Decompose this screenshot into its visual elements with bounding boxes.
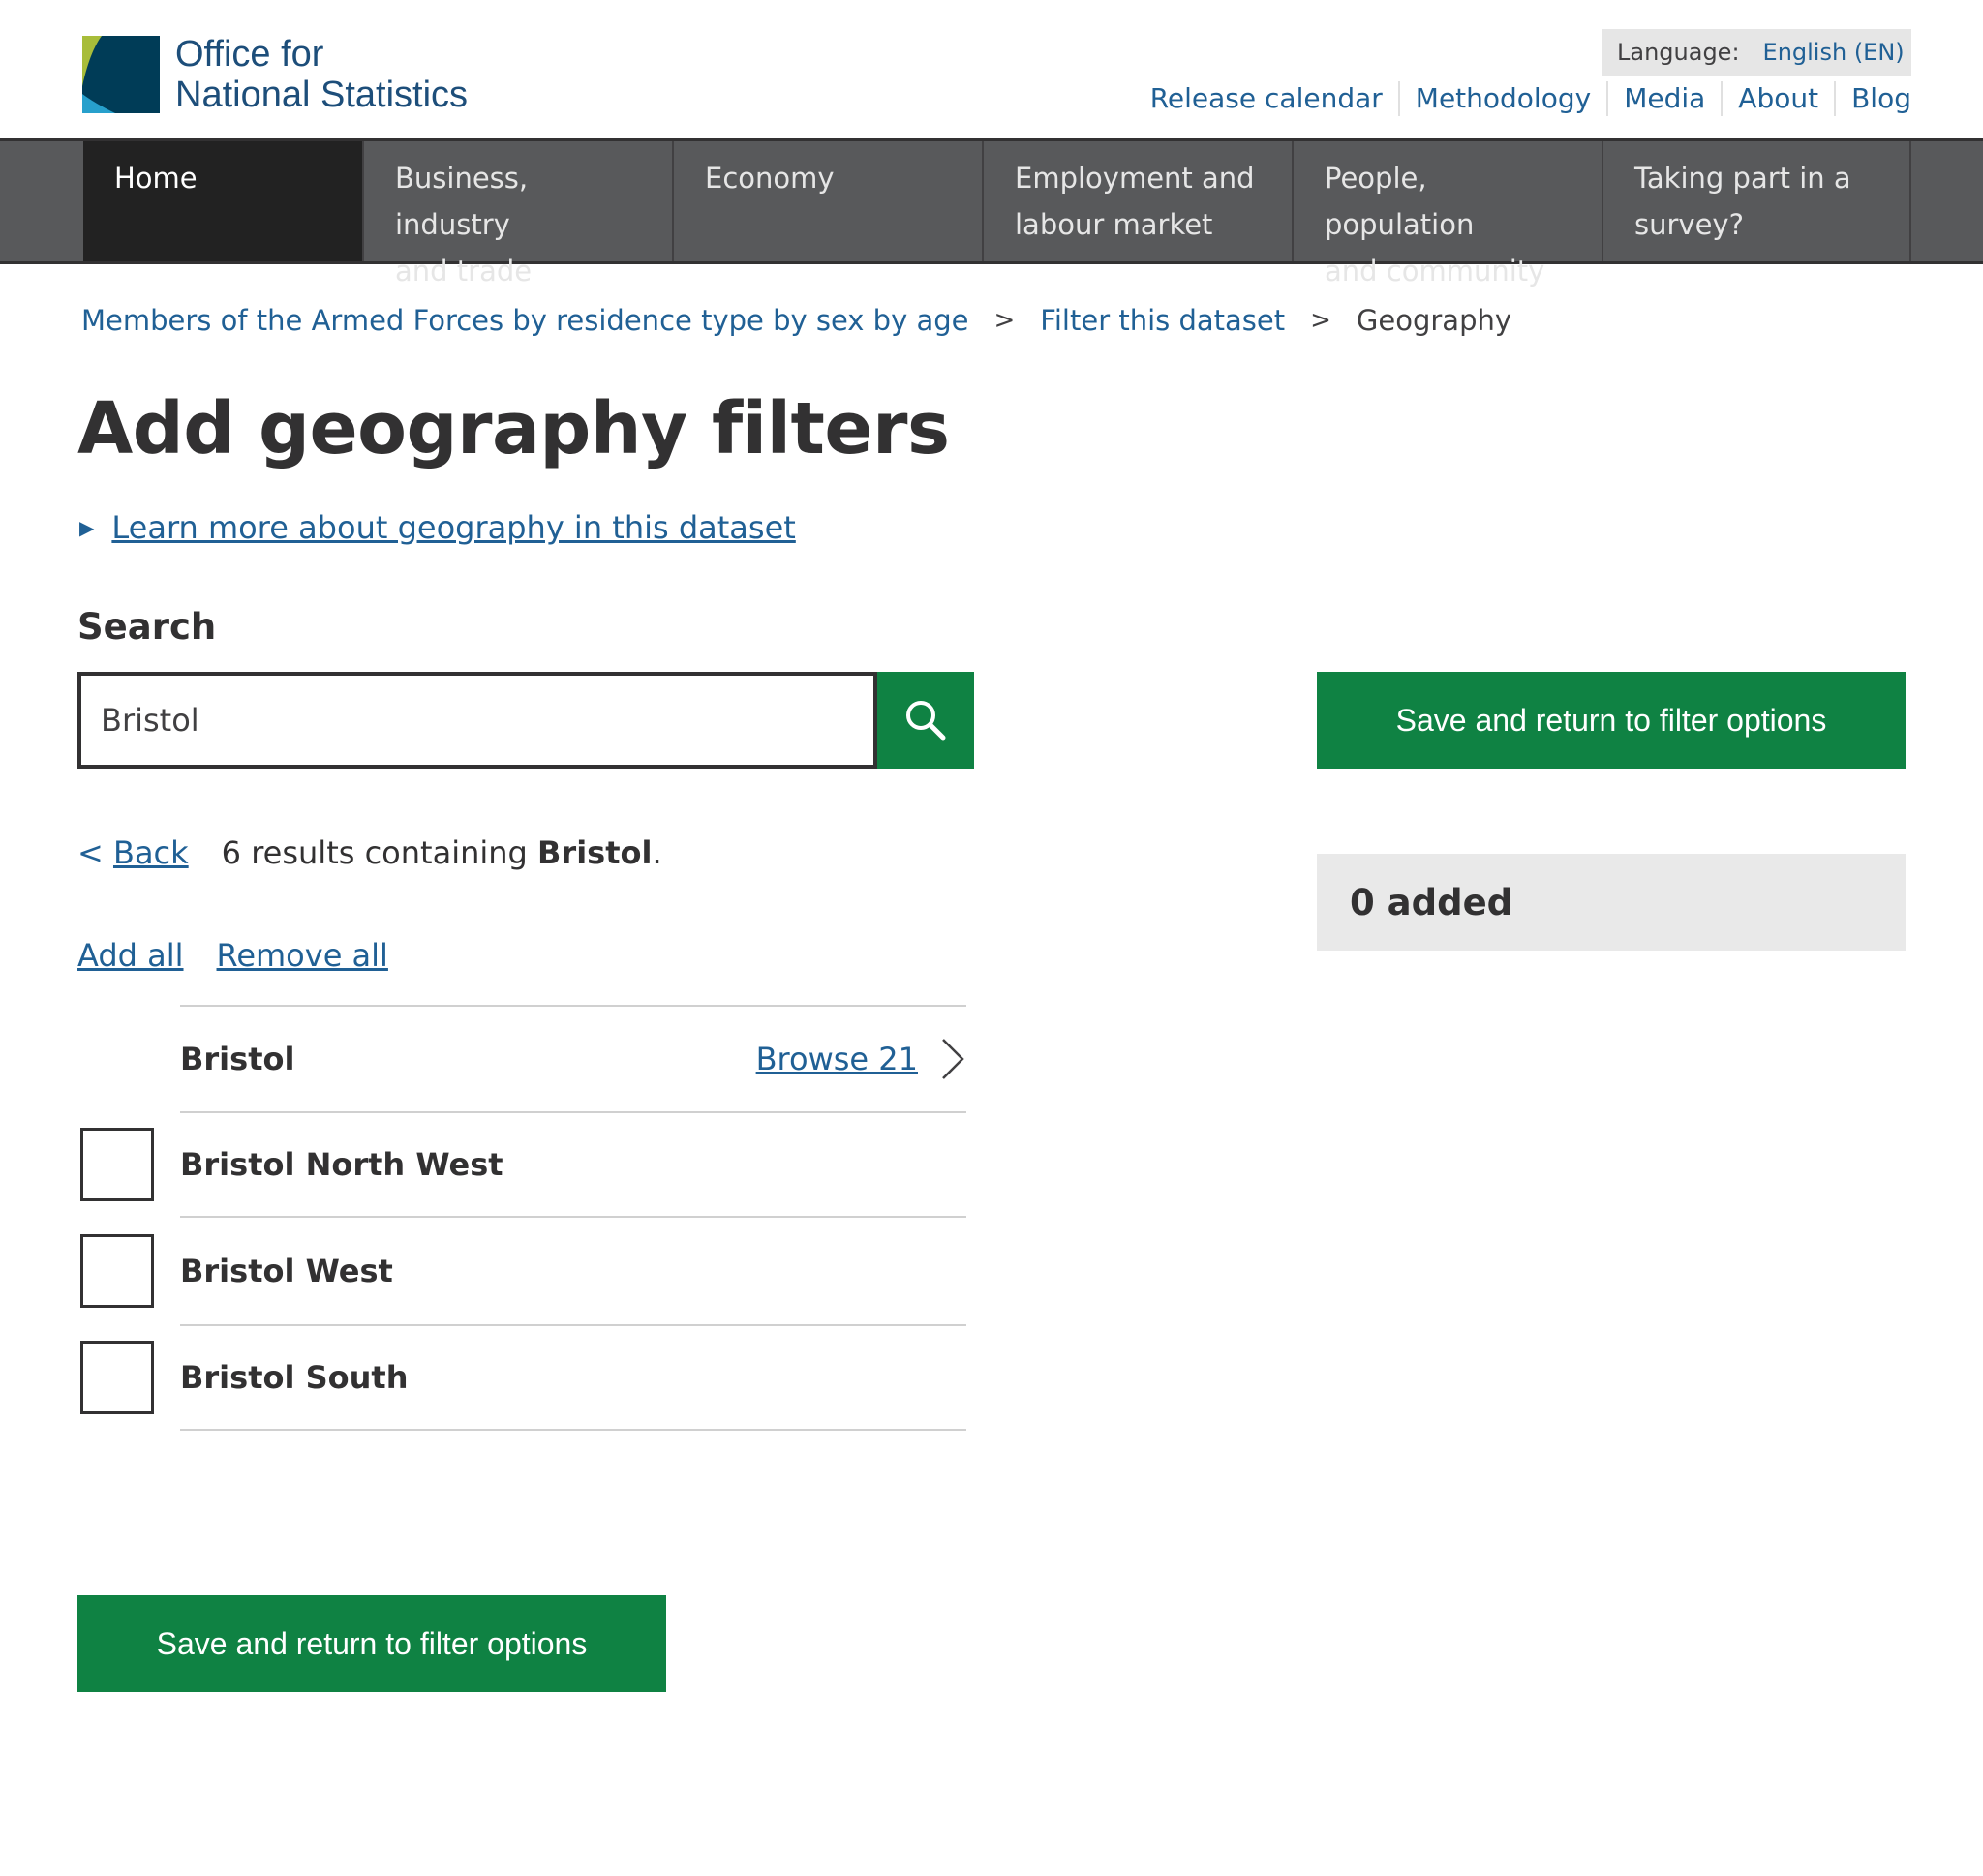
- list-item[interactable]: Bristol West: [80, 1216, 966, 1324]
- list-item-label: Bristol West: [180, 1253, 393, 1289]
- language-value[interactable]: English (EN): [1763, 39, 1905, 66]
- nav-item-survey[interactable]: Taking part in a survey?: [1603, 141, 1911, 261]
- nav-item-label: Home: [114, 162, 198, 195]
- list-item-label: Bristol South: [180, 1359, 409, 1396]
- back-link[interactable]: < Back: [77, 834, 189, 871]
- ons-logo-icon: [82, 36, 160, 113]
- breadcrumb: Members of the Armed Forces by residence…: [81, 304, 1511, 337]
- link-methodology[interactable]: Methodology: [1397, 81, 1606, 116]
- results-summary: < Back 6 results containing Bristol.: [77, 834, 662, 871]
- nav-item-business[interactable]: Business, industry and trade: [364, 141, 674, 287]
- utility-links: Release calendar Methodology Media About…: [1135, 77, 1911, 120]
- triangle-right-icon: ▶: [79, 516, 95, 539]
- nav-item-label: labour market: [1015, 208, 1213, 241]
- nav-item-economy[interactable]: Economy: [674, 141, 984, 261]
- checkbox[interactable]: [80, 1128, 154, 1201]
- search-label: Search: [77, 606, 217, 648]
- save-return-button-bottom[interactable]: Save and return to filter options: [77, 1595, 666, 1692]
- results-prefix: 6 results containing: [221, 834, 538, 871]
- nav-item-label: Economy: [705, 162, 835, 195]
- nav-item-label: and community: [1325, 255, 1545, 287]
- nav-item-label: Employment and: [1015, 162, 1255, 195]
- added-count-panel: 0 added: [1317, 854, 1906, 951]
- nav-item-label: and trade: [395, 255, 533, 287]
- nav-item-home[interactable]: Home: [83, 141, 364, 261]
- list-item[interactable]: Bristol South: [80, 1324, 966, 1431]
- page-title: Add geography filters: [77, 387, 950, 470]
- list-item-parent: Bristol Browse 21: [180, 1005, 966, 1111]
- details-link[interactable]: Learn more about geography in this datas…: [111, 509, 795, 546]
- list-item-label: Bristol: [180, 1041, 295, 1077]
- breadcrumb-separator: >: [993, 306, 1016, 335]
- browse-link[interactable]: Browse 21: [756, 1041, 918, 1077]
- results-term: Bristol: [537, 834, 653, 871]
- nav-item-label: People, population: [1325, 162, 1475, 241]
- language-label: Language:: [1617, 39, 1740, 66]
- breadcrumb-link-filter[interactable]: Filter this dataset: [1040, 304, 1285, 337]
- bulk-actions: Add all Remove all: [77, 937, 421, 974]
- added-count: 0 added: [1350, 881, 1513, 923]
- add-all-link[interactable]: Add all: [77, 937, 184, 974]
- list-item[interactable]: Bristol North West: [80, 1111, 966, 1216]
- checkbox[interactable]: [80, 1234, 154, 1308]
- logo-line-1: Office for: [175, 34, 324, 75]
- link-about[interactable]: About: [1721, 81, 1834, 116]
- link-media[interactable]: Media: [1606, 81, 1721, 116]
- geography-details[interactable]: ▶ Learn more about geography in this dat…: [79, 509, 796, 546]
- logo-wordmark: Office for National Statistics: [175, 34, 468, 115]
- checkbox[interactable]: [80, 1341, 154, 1414]
- list-item-label: Bristol North West: [180, 1146, 503, 1183]
- remove-all-link[interactable]: Remove all: [217, 937, 388, 974]
- nav-item-label: survey?: [1634, 208, 1744, 241]
- logo-line-2: National Statistics: [175, 75, 469, 115]
- nav-item-label: Business, industry: [395, 162, 529, 241]
- results-count-text: 6 results containing Bristol.: [222, 834, 662, 871]
- link-blog[interactable]: Blog: [1834, 81, 1911, 116]
- breadcrumb-separator: >: [1310, 306, 1331, 335]
- chevron-right-icon: [942, 1039, 964, 1079]
- search-icon: [906, 701, 946, 741]
- breadcrumb-link-dataset[interactable]: Members of the Armed Forces by residence…: [81, 304, 969, 337]
- results-suffix: .: [652, 834, 662, 871]
- results-list: Bristol Browse 21 Bristol North West Bri…: [80, 1005, 966, 1431]
- nav-item-people[interactable]: People, population and community: [1294, 141, 1603, 287]
- search-input[interactable]: [77, 672, 877, 769]
- breadcrumb-current: Geography: [1356, 304, 1512, 337]
- back-chevron: <: [77, 834, 104, 871]
- language-switcher: Language: English (EN): [1602, 29, 1911, 76]
- save-return-button-top[interactable]: Save and return to filter options: [1317, 672, 1906, 769]
- primary-nav: Home Business, industry and trade Econom…: [0, 138, 1983, 287]
- ons-logo[interactable]: Office for National Statistics: [82, 33, 489, 116]
- back-label: Back: [112, 834, 189, 871]
- search-button[interactable]: [877, 672, 974, 769]
- browse-link-group[interactable]: Browse 21: [756, 1036, 966, 1082]
- link-release-calendar[interactable]: Release calendar: [1135, 81, 1398, 116]
- nav-item-employment[interactable]: Employment and labour market: [984, 141, 1294, 261]
- nav-item-label: Taking part in a: [1634, 162, 1851, 195]
